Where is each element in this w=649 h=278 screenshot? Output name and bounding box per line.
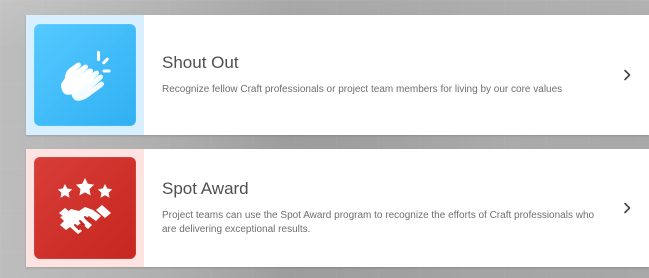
shout-out-title: Shout Out — [162, 53, 239, 72]
spot-award-content: Spot Award Project teams can use the Spo… — [144, 149, 649, 267]
shout-out-card[interactable]: Shout Out Recognize fellow Craft profess… — [26, 15, 649, 135]
spot-award-description: Project teams can use the Spot Award pro… — [162, 210, 595, 235]
clapping-hands-icon — [61, 51, 111, 101]
chevron-right-icon — [620, 68, 634, 82]
shout-out-content: Shout Out Recognize fellow Craft profess… — [144, 15, 649, 135]
shout-out-icon-tile — [34, 24, 136, 126]
shout-out-description: Recognize fellow Craft professionals or … — [162, 84, 563, 95]
chevron-right-icon — [620, 201, 634, 215]
shout-out-icon-panel — [26, 15, 144, 135]
spot-award-card[interactable]: Spot Award Project teams can use the Spo… — [26, 149, 649, 267]
spot-award-icon-panel — [26, 149, 144, 267]
spot-award-icon-tile — [34, 157, 136, 259]
spot-award-title: Spot Award — [162, 179, 249, 198]
stars-handshake-icon — [57, 178, 113, 234]
